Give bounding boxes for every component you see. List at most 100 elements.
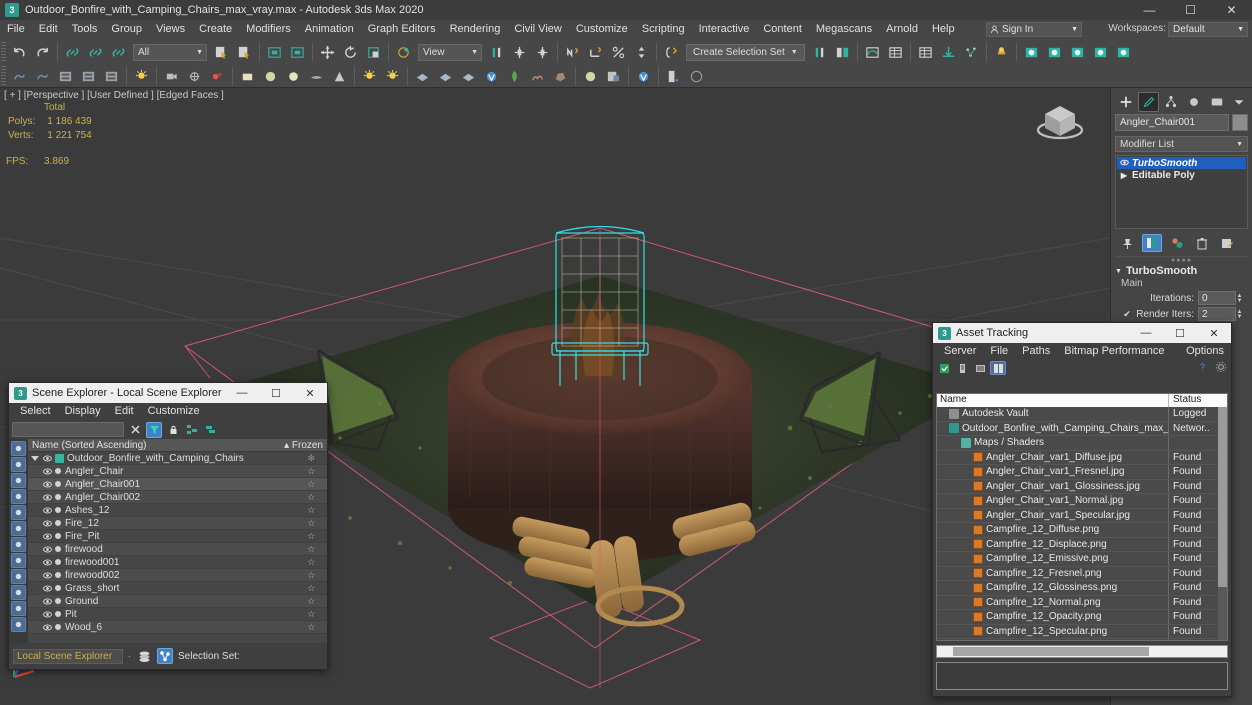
modifier-list-dropdown[interactable]: Modifier List ▼ (1115, 136, 1248, 152)
object-color-dot[interactable] (55, 533, 61, 539)
unlink-icon[interactable] (85, 41, 106, 63)
frozen-marker-icon[interactable]: ✫ (307, 583, 315, 594)
bones-filter-icon[interactable] (11, 569, 26, 584)
undo-icon[interactable] (9, 41, 30, 63)
asset-row[interactable]: Outdoor_Bonfire_with_Camping_Chairs_max_… (937, 421, 1227, 436)
at-menu-options[interactable]: Options (1179, 343, 1231, 360)
asset-row[interactable]: Angler_Chair_var1_Diffuse.jpg Found (937, 450, 1227, 465)
reference-coord-dropdown[interactable]: View ▼ (418, 43, 482, 61)
eye-icon[interactable] (43, 610, 52, 619)
rock-icon[interactable] (550, 65, 571, 87)
foliage-icon[interactable] (504, 65, 525, 87)
asset-table-vscrollbar[interactable] (1218, 407, 1227, 640)
check-out-icon[interactable] (972, 361, 988, 375)
asset-row[interactable]: Campfire_12_Glossiness.png Found (937, 581, 1227, 596)
modifier-stack[interactable]: TurboSmooth ▶ Editable Poly (1115, 155, 1248, 229)
menu-interactive[interactable]: Interactive (692, 20, 757, 39)
frozen-marker-icon[interactable]: ✫ (307, 479, 315, 490)
frozen-marker-icon[interactable]: ✫ (307, 609, 315, 620)
vray-sphere-icon[interactable] (580, 65, 601, 87)
eye-icon[interactable] (43, 454, 52, 463)
select-and-move-icon[interactable] (317, 41, 338, 63)
sphere-icon[interactable] (260, 65, 281, 87)
se-minimize-button[interactable]: — (225, 383, 259, 403)
toolbar-grip[interactable] (1, 42, 6, 62)
se-menu-customize[interactable]: Customize (141, 403, 207, 420)
menu-tools[interactable]: Tools (65, 20, 105, 39)
object-color-dot[interactable] (55, 611, 61, 617)
scene-explorer-row[interactable]: Fire_12 ✫ (28, 517, 327, 530)
collapse-all-icon[interactable] (203, 422, 219, 438)
eye-icon[interactable] (43, 584, 52, 593)
spinner-arrows-icon[interactable]: ▲ ▼ (1236, 292, 1243, 306)
menu-graph-editors[interactable]: Graph Editors (361, 20, 443, 39)
filter-funnel-icon[interactable] (146, 421, 162, 438)
spinner-snap-icon[interactable] (631, 41, 652, 63)
quick-align-icon[interactable] (532, 41, 553, 63)
eye-icon[interactable] (43, 545, 52, 554)
frozen-marker-icon[interactable]: ✫ (307, 596, 315, 607)
at-menu-file[interactable]: File (983, 343, 1015, 360)
lights-filter-icon[interactable] (11, 473, 26, 488)
view-cube-icon[interactable] (1032, 96, 1088, 148)
plane-icon[interactable] (306, 65, 327, 87)
rect-select-region-icon[interactable] (264, 41, 285, 63)
eye-icon[interactable] (43, 519, 52, 528)
menu-create[interactable]: Create (192, 20, 239, 39)
expand-all-icon[interactable] (184, 422, 200, 438)
menu-modifiers[interactable]: Modifiers (239, 20, 298, 39)
scene-explorer-row[interactable]: Angler_Chair002 ✫ (28, 491, 327, 504)
se-maximize-button[interactable]: ☐ (259, 383, 293, 403)
scene-explorer-row[interactable]: firewood ✫ (28, 543, 327, 556)
object-color-dot[interactable] (55, 546, 61, 552)
render-production-icon[interactable] (1067, 41, 1088, 63)
se-menu-edit[interactable]: Edit (108, 403, 141, 420)
menu-help[interactable]: Help (925, 20, 962, 39)
help-circle-icon[interactable] (686, 65, 707, 87)
cone-icon[interactable] (329, 65, 350, 87)
eye-icon[interactable] (43, 558, 52, 567)
schematic-view-icon[interactable] (885, 41, 906, 63)
selection-filter-dropdown[interactable]: All ▼ (133, 43, 207, 61)
remove-modifier-icon[interactable] (1192, 234, 1212, 252)
spinner-arrows-icon[interactable]: ▲ ▼ (1236, 308, 1243, 322)
scene-explorer-row[interactable]: Grass_short ✫ (28, 582, 327, 595)
menu-megascans[interactable]: Megascans (809, 20, 879, 39)
compound-object-icon[interactable] (32, 65, 53, 87)
clear-search-icon[interactable] (127, 422, 143, 438)
scene-explorer-row[interactable]: firewood001 ✫ (28, 556, 327, 569)
light-icon[interactable] (131, 65, 152, 87)
align-icon[interactable] (509, 41, 530, 63)
window-crossing-icon[interactable] (287, 41, 308, 63)
object-color-dot[interactable] (55, 494, 61, 500)
curve-editor-icon[interactable] (862, 41, 883, 63)
at-close-button[interactable]: ✕ (1197, 323, 1231, 343)
select-and-place-icon[interactable] (393, 41, 414, 63)
table-view-icon[interactable] (990, 361, 1006, 375)
pin-stack-icon[interactable] (1117, 234, 1137, 252)
percent-snap-icon[interactable] (608, 41, 629, 63)
select-by-name-icon[interactable] (234, 41, 255, 63)
create-shape-icon[interactable] (9, 65, 30, 87)
menu-edit[interactable]: Edit (32, 20, 65, 39)
asset-command-input[interactable] (936, 662, 1228, 690)
render-in-cloud-icon[interactable] (1113, 41, 1134, 63)
asset-row[interactable]: Autodesk Vault Logged (937, 407, 1227, 422)
configure-modifier-sets-icon[interactable] (1217, 234, 1237, 252)
panel-resize-grip[interactable]: ●●●● (1115, 256, 1248, 264)
mirror-panel-icon[interactable] (809, 41, 830, 63)
create-selection-set-field[interactable]: Create Selection Set ▼ (686, 43, 805, 61)
workspace-select[interactable]: Default ▼ (1168, 22, 1248, 37)
redo-icon[interactable] (32, 41, 53, 63)
explorer-name-field[interactable]: Local Scene Explorer (13, 648, 123, 664)
lock-icon[interactable] (165, 422, 181, 438)
expand-triangle-icon[interactable]: ▶ (1119, 171, 1129, 180)
systems-icon[interactable] (207, 65, 228, 87)
bitmap-icon[interactable] (55, 65, 76, 87)
menu-rendering[interactable]: Rendering (443, 20, 508, 39)
gizmo-icon[interactable] (458, 65, 479, 87)
frozen-marker-icon[interactable]: ✫ (307, 505, 315, 516)
asset-row[interactable]: Maps / Shaders (937, 436, 1227, 451)
at-menu-paths[interactable]: Paths (1015, 343, 1057, 360)
modifier-stack-item[interactable]: TurboSmooth (1117, 157, 1246, 169)
